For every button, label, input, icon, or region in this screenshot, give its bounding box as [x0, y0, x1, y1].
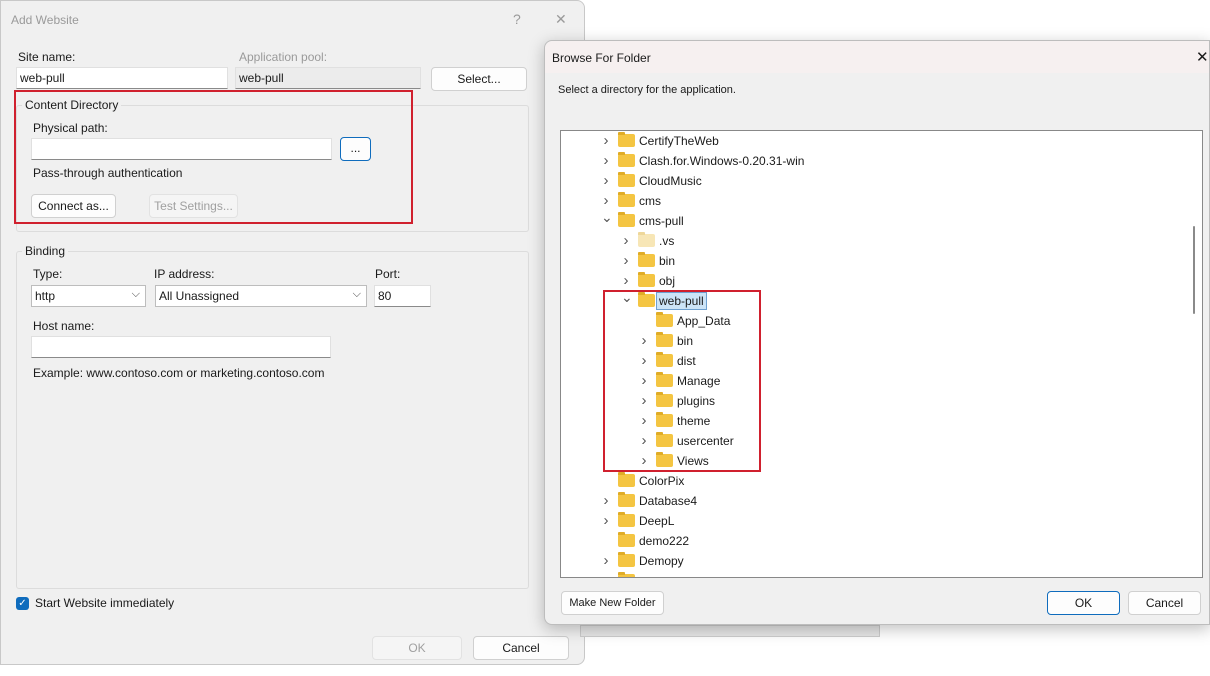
tree-item[interactable]: › Database4	[561, 491, 1181, 511]
close-icon[interactable]: ✕	[1196, 48, 1209, 66]
chevron-right-icon[interactable]: ›	[601, 551, 611, 571]
folder-icon	[618, 472, 635, 487]
scrollbar-thumb[interactable]	[1193, 226, 1195, 314]
tree-item[interactable]: › CloudMusic	[561, 171, 1181, 191]
chevron-right-icon[interactable]: ›	[621, 231, 631, 251]
chevron-down-icon[interactable]: ⌄	[601, 207, 613, 227]
chevron-right-icon[interactable]: ›	[601, 511, 611, 531]
chevron-down-icon: ⌵	[131, 288, 140, 300]
instruction-text: Select a directory for the application.	[558, 84, 736, 96]
start-immediately-label: Start Website immediately	[35, 596, 175, 610]
select-button[interactable]: Select...	[431, 67, 527, 91]
folder-icon	[638, 232, 655, 247]
tree-item[interactable]: › Clash.for.Windows-0.20.31-win	[561, 151, 1181, 171]
start-checkbox[interactable]: ✓	[16, 597, 29, 610]
browse-folder-dialog: Browse For Folder ✕ Select a directory f…	[544, 40, 1210, 625]
tree-item-label: DeepL	[639, 514, 675, 528]
folder-icon	[618, 552, 635, 567]
tree-item-label: CertifyTheWeb	[639, 134, 719, 148]
help-button[interactable]: ?	[513, 11, 521, 27]
tree-item-label: Database4	[639, 494, 698, 508]
make-new-folder-button[interactable]: Make New Folder	[561, 591, 664, 615]
app-pool-label: Application pool:	[239, 50, 328, 64]
tree-item[interactable]: ⌄ cms-pull	[561, 209, 1181, 231]
app-pool-input: web-pull	[235, 67, 421, 89]
ok-button: OK	[372, 636, 462, 660]
folder-icon	[618, 172, 635, 187]
folder-icon	[618, 512, 635, 527]
ip-label: IP address:	[154, 267, 215, 281]
example-text: Example: www.contoso.com or marketing.co…	[33, 366, 325, 380]
scrollbar[interactable]	[1186, 131, 1202, 577]
tree-item[interactable]: › DeepL	[561, 511, 1181, 531]
folder-icon	[618, 572, 635, 577]
folder-icon	[618, 132, 635, 147]
folder-icon	[618, 152, 635, 167]
folder-icon	[618, 192, 635, 207]
chevron-right-icon[interactable]: ›	[601, 151, 611, 171]
folder-icon	[638, 252, 655, 267]
type-value: http	[35, 289, 56, 303]
dialog-title: Browse For Folder	[552, 51, 651, 65]
chevron-right-icon[interactable]: ›	[601, 131, 611, 151]
tree-item[interactable]: › .vs	[561, 231, 1181, 251]
port-input[interactable]: 80	[374, 285, 431, 307]
cancel-button[interactable]: Cancel	[473, 636, 569, 660]
site-name-label: Site name:	[18, 50, 76, 64]
tree-item[interactable]: ColorPix	[561, 471, 1181, 491]
tree-item[interactable]	[561, 571, 1181, 577]
ip-value: All Unassigned	[159, 289, 240, 303]
ip-select[interactable]: All Unassigned ⌵	[155, 285, 367, 307]
binding-title: Binding	[22, 244, 69, 258]
tree-item[interactable]: › CertifyTheWeb	[561, 131, 1181, 151]
folder-icon	[618, 212, 635, 227]
tree-item[interactable]: › obj	[561, 271, 1181, 291]
dialog-title: Add Website	[11, 13, 79, 27]
folder-icon	[618, 532, 635, 547]
tree-item-label: cms-pull	[639, 214, 684, 228]
folder-icon	[618, 492, 635, 507]
chevron-right-icon[interactable]: ›	[601, 491, 611, 511]
tree-item-label: ColorPix	[639, 474, 685, 488]
add-website-dialog: Add Website ? ✕ Site name: web-pull Appl…	[0, 0, 585, 665]
tree-item[interactable]: demo222	[561, 531, 1181, 551]
tree-item-label: CloudMusic	[639, 174, 702, 188]
folder-icon	[638, 272, 655, 287]
host-name-label: Host name:	[33, 319, 95, 333]
close-icon[interactable]: ✕	[555, 11, 567, 28]
tree-item-label: Demopy	[639, 554, 684, 568]
tree-item-label: cms	[639, 194, 661, 208]
tree-item[interactable]: › bin	[561, 251, 1181, 271]
cancel-button[interactable]: Cancel	[1128, 591, 1201, 615]
chevron-right-icon[interactable]: ›	[621, 251, 631, 271]
tree-item-label: obj	[659, 274, 676, 288]
chevron-right-icon[interactable]: ›	[601, 171, 611, 191]
highlight-box	[14, 90, 413, 224]
highlight-box	[603, 290, 761, 472]
type-select[interactable]: http ⌵	[31, 285, 146, 307]
ok-button[interactable]: OK	[1047, 591, 1120, 615]
tree-item-label: bin	[659, 254, 676, 268]
tree-item-label: .vs	[659, 234, 675, 248]
tree-item-label: Clash.for.Windows-0.20.31-win	[639, 154, 805, 168]
site-name-input[interactable]: web-pull	[16, 67, 228, 89]
type-label: Type:	[33, 267, 63, 281]
background-window	[580, 625, 880, 637]
tree-item-label: demo222	[639, 534, 690, 548]
tree-item[interactable]: › Demopy	[561, 551, 1181, 571]
port-label: Port:	[375, 267, 401, 281]
chevron-down-icon: ⌵	[352, 288, 361, 300]
tree-item[interactable]: › cms	[561, 191, 1181, 211]
host-name-input[interactable]	[31, 336, 331, 358]
